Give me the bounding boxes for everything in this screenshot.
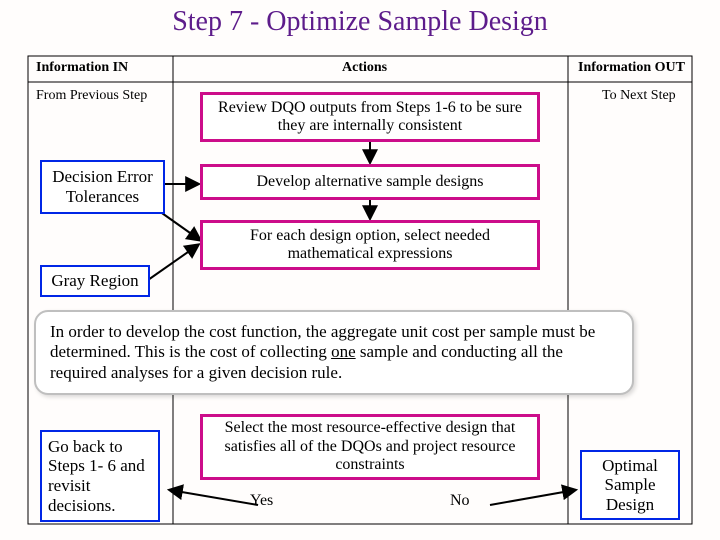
page-title: Step 7 - Optimize Sample Design [0, 6, 720, 38]
decision-yes: Yes [250, 492, 273, 510]
header-info-out: Information OUT [578, 60, 685, 76]
input-gray-region: Gray Region [40, 265, 150, 297]
label-to-next: To Next Step [602, 88, 676, 104]
action-develop: Develop alternative sample designs [200, 164, 540, 200]
output-optimal: Optimal Sample Design [580, 450, 680, 520]
input-decision-error: Decision Error Tolerances [40, 160, 165, 214]
tooltip-cost-function: In order to develop the cost function, t… [34, 310, 634, 395]
header-actions: Actions [342, 60, 387, 76]
header-info-in: Information IN [36, 60, 128, 76]
input-revisit: Go back to Steps 1- 6 and revisit decisi… [40, 430, 160, 522]
label-from-prev: From Previous Step [36, 88, 147, 104]
action-resource: Select the most resource-effective desig… [200, 414, 540, 480]
action-select-math: For each design option, select needed ma… [200, 220, 540, 270]
action-review: Review DQO outputs from Steps 1-6 to be … [200, 92, 540, 142]
decision-no: No [450, 492, 470, 510]
tooltip-text-underline: one [331, 342, 356, 361]
